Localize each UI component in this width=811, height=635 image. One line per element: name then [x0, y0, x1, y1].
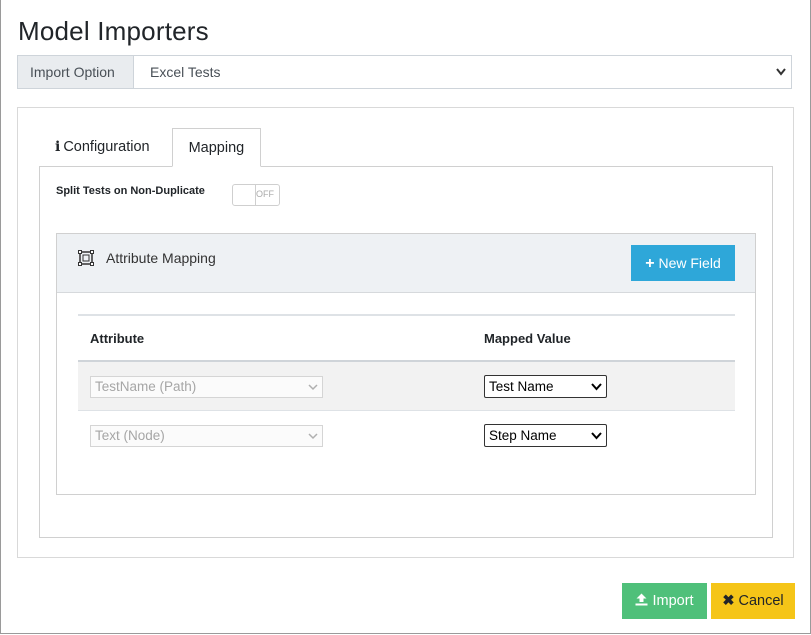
chevron-down-icon — [591, 425, 602, 454]
tab-configuration[interactable]: i Configuration — [39, 128, 166, 167]
upload-icon — [635, 593, 652, 609]
split-tests-label: Split Tests on Non-Duplicate — [56, 185, 205, 197]
attribute-select: TestName (Path) — [90, 376, 323, 398]
new-field-label: New Field — [658, 255, 721, 271]
mapped-value-select-value: Test Name — [489, 379, 554, 394]
mapped-value-select[interactable]: Test Name — [484, 375, 607, 398]
tab-mapping-label: Mapping — [188, 140, 245, 156]
table-row: Text (Node) Step Name — [78, 411, 735, 460]
chevron-down-icon — [308, 426, 318, 454]
chevron-down-icon — [591, 376, 602, 405]
tab-bar: i Configuration Mapping — [39, 128, 262, 167]
new-field-button[interactable]: + New Field — [631, 245, 735, 281]
cancel-button-label: Cancel — [738, 593, 784, 609]
import-option-select[interactable]: Excel Tests — [134, 56, 791, 88]
import-button[interactable]: Import — [622, 583, 707, 619]
plus-icon: + — [645, 255, 655, 272]
dialog-title: Model Importers — [18, 16, 209, 46]
attribute-select-value: Text (Node) — [95, 428, 165, 443]
attribute-select: Text (Node) — [90, 425, 323, 447]
column-header-mapped-value: Mapped Value — [484, 331, 571, 346]
column-header-attribute: Attribute — [90, 331, 145, 346]
import-option-group: Import Option Excel Tests — [17, 55, 792, 89]
mapped-value-select-value: Step Name — [489, 428, 557, 443]
table-top-border — [78, 314, 735, 316]
import-button-label: Import — [652, 593, 694, 609]
toggle-state-text: OFF — [256, 189, 274, 199]
tab-configuration-label: Configuration — [63, 139, 150, 155]
import-option-value: Excel Tests — [150, 64, 221, 80]
attribute-select-value: TestName (Path) — [95, 379, 197, 394]
mapping-icon — [78, 250, 94, 271]
chevron-down-icon — [308, 377, 318, 405]
split-tests-toggle[interactable]: OFF — [232, 184, 280, 206]
chevron-down-icon — [775, 56, 787, 100]
import-option-label: Import Option — [18, 56, 134, 88]
attribute-mapping-title: Attribute Mapping — [106, 250, 216, 266]
info-icon: i — [55, 139, 61, 155]
table-row: TestName (Path) Test Name — [78, 362, 735, 411]
toggle-knob — [233, 185, 256, 205]
mapped-value-select[interactable]: Step Name — [484, 424, 607, 447]
close-icon: ✖ — [722, 593, 735, 609]
cancel-button[interactable]: ✖ Cancel — [711, 583, 795, 619]
tab-mapping[interactable]: Mapping — [171, 128, 262, 167]
attribute-mapping-card: Attribute Mapping + New Field Attribute … — [56, 233, 756, 495]
attribute-mapping-header: Attribute Mapping + New Field — [57, 234, 755, 293]
